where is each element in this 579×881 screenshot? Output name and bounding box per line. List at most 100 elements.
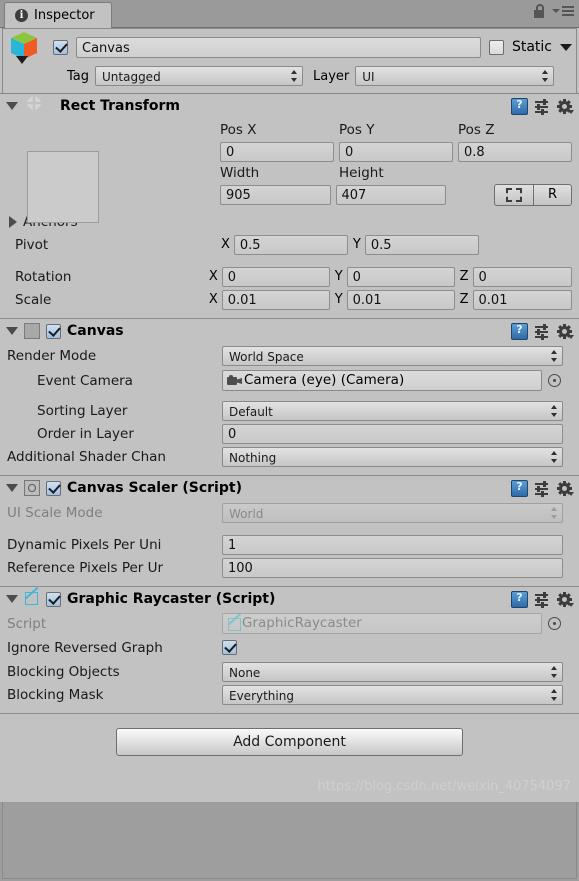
event-camera-objectfield[interactable]: Camera (eye) (Camera) [222, 370, 542, 391]
canvas-enabled-checkbox[interactable] [46, 323, 61, 339]
help-book-icon[interactable] [511, 591, 528, 608]
dynamic-ppu-input[interactable]: 1 [222, 534, 563, 555]
spinner-icon [291, 70, 298, 82]
object-picker-icon[interactable] [548, 374, 561, 387]
render-mode-label: Render Mode [7, 347, 97, 364]
scale-z-input[interactable]: 0.01 [472, 289, 573, 310]
blocking-objects-label: Blocking Objects [7, 663, 120, 680]
component-header-icons [511, 98, 574, 115]
rotation-z-axis-label: Z [459, 269, 469, 284]
reference-ppu-input[interactable]: 100 [222, 557, 563, 578]
height-input[interactable]: 407 [335, 184, 446, 205]
rotation-x-axis-label: X [208, 269, 218, 284]
tab-inspector[interactable]: i Inspector [4, 2, 112, 28]
rect-transform-header[interactable]: Rect Transform [0, 94, 579, 118]
pos-y-input[interactable]: 0 [339, 141, 453, 162]
canvas-header[interactable]: Canvas [0, 319, 579, 343]
foldout-arrow-icon[interactable] [6, 327, 18, 335]
blocking-mask-label: Blocking Mask [7, 686, 104, 703]
script-label: Script [7, 615, 47, 632]
canvas-scaler-enabled-checkbox[interactable] [46, 480, 61, 496]
blocking-mask-dropdown[interactable]: Everything [222, 684, 563, 705]
raw-edit-button[interactable]: R [533, 183, 572, 206]
graphic-raycaster-enabled-checkbox[interactable] [46, 591, 61, 607]
gear-icon[interactable] [557, 324, 574, 339]
shader-channels-dropdown[interactable]: Nothing [222, 446, 563, 467]
lock-icon[interactable] [533, 4, 545, 18]
scale-y-input[interactable]: 0.01 [346, 289, 455, 310]
render-mode-dropdown[interactable]: World Space [222, 345, 563, 366]
anchor-preset-box[interactable] [27, 151, 99, 223]
graphic-raycaster-icon [227, 617, 241, 631]
blueprint-mode-button[interactable] [494, 183, 533, 206]
component-header-icons [511, 480, 574, 497]
foldout-arrow-icon[interactable] [6, 595, 18, 603]
blocking-objects-dropdown[interactable]: None [222, 661, 563, 682]
pos-z-input[interactable]: 0.8 [458, 141, 572, 162]
scale-x-input[interactable]: 0.01 [221, 289, 330, 310]
preset-icon[interactable] [535, 99, 550, 115]
gear-icon[interactable] [557, 99, 574, 114]
preset-icon[interactable] [535, 324, 550, 340]
preset-icon[interactable] [535, 481, 550, 497]
pos-y-label: Pos Y [339, 122, 375, 138]
chevron-down-icon[interactable] [560, 43, 572, 51]
gameobject-enabled-checkbox[interactable] [53, 39, 68, 55]
height-label: Height [339, 165, 384, 181]
static-checkbox[interactable] [488, 39, 504, 55]
foldout-arrow-icon[interactable] [6, 484, 18, 492]
inspector-footer: Add Component https://blog.csdn.net/weix… [0, 714, 579, 802]
prefab-dropdown-arrow[interactable] [16, 56, 28, 64]
tabbar-controls [533, 4, 574, 18]
ignore-reversed-label: Ignore Reversed Graph [7, 639, 163, 656]
scale-y-axis-label: Y [334, 292, 343, 307]
sorting-layer-label: Sorting Layer [37, 402, 128, 419]
help-book-icon[interactable] [511, 98, 528, 115]
gear-icon[interactable] [557, 592, 574, 607]
component-canvas: Canvas Render Mode World Space Event Cam… [0, 319, 579, 476]
layer-value: UI [362, 70, 375, 84]
help-book-icon[interactable] [511, 480, 528, 497]
order-in-layer-input[interactable]: 0 [222, 423, 563, 444]
hamburger-menu-icon[interactable] [552, 6, 574, 16]
gear-icon[interactable] [557, 481, 574, 496]
help-book-icon[interactable] [511, 323, 528, 340]
pos-z-label: Pos Z [458, 122, 495, 138]
spinner-icon [542, 70, 549, 82]
graphic-raycaster-header[interactable]: Graphic Raycaster (Script) [0, 587, 579, 611]
pos-x-input[interactable]: 0 [220, 141, 334, 162]
gameobject-name-input[interactable]: Canvas [76, 36, 481, 58]
rotation-x-input[interactable]: 0 [221, 266, 330, 287]
camera-icon [227, 375, 242, 386]
preset-icon[interactable] [535, 592, 550, 608]
ignore-reversed-checkbox[interactable] [222, 640, 237, 655]
rotation-z-input[interactable]: 0 [472, 266, 573, 287]
tab-label: Inspector [34, 8, 95, 23]
pos-x-label: Pos X [220, 122, 257, 138]
spinner-icon [551, 688, 558, 701]
canvas-scaler-header[interactable]: Canvas Scaler (Script) [0, 476, 579, 500]
foldout-arrow-icon[interactable] [6, 102, 18, 110]
layer-dropdown[interactable]: UI [355, 66, 555, 86]
spinner-icon [551, 506, 558, 519]
prefab-cube-icon[interactable] [7, 30, 45, 64]
pivot-x-input[interactable]: 0.5 [233, 234, 348, 255]
render-mode-value: World Space [229, 349, 304, 364]
rect-mode-buttons: R [494, 183, 572, 206]
script-value: GraphicRaycaster [242, 615, 362, 631]
rotation-y-input[interactable]: 0 [346, 266, 455, 287]
width-label: Width [220, 165, 260, 181]
pivot-y-input[interactable]: 0.5 [364, 234, 479, 255]
component-title: Graphic Raycaster (Script) [67, 591, 276, 607]
reference-ppu-label: Reference Pixels Per Ur [7, 559, 164, 576]
anchors-foldout-icon[interactable] [9, 215, 17, 228]
width-input[interactable]: 905 [220, 184, 331, 205]
component-title: Canvas Scaler (Script) [67, 480, 242, 496]
scale-z-axis-label: Z [459, 292, 469, 307]
sorting-layer-dropdown[interactable]: Default [222, 400, 563, 421]
object-picker-icon[interactable] [548, 617, 561, 630]
tag-dropdown[interactable]: Untagged [95, 66, 303, 86]
add-component-button[interactable]: Add Component [116, 728, 463, 756]
order-in-layer-label: Order in Layer [37, 425, 134, 442]
component-title: Rect Transform [60, 98, 181, 114]
